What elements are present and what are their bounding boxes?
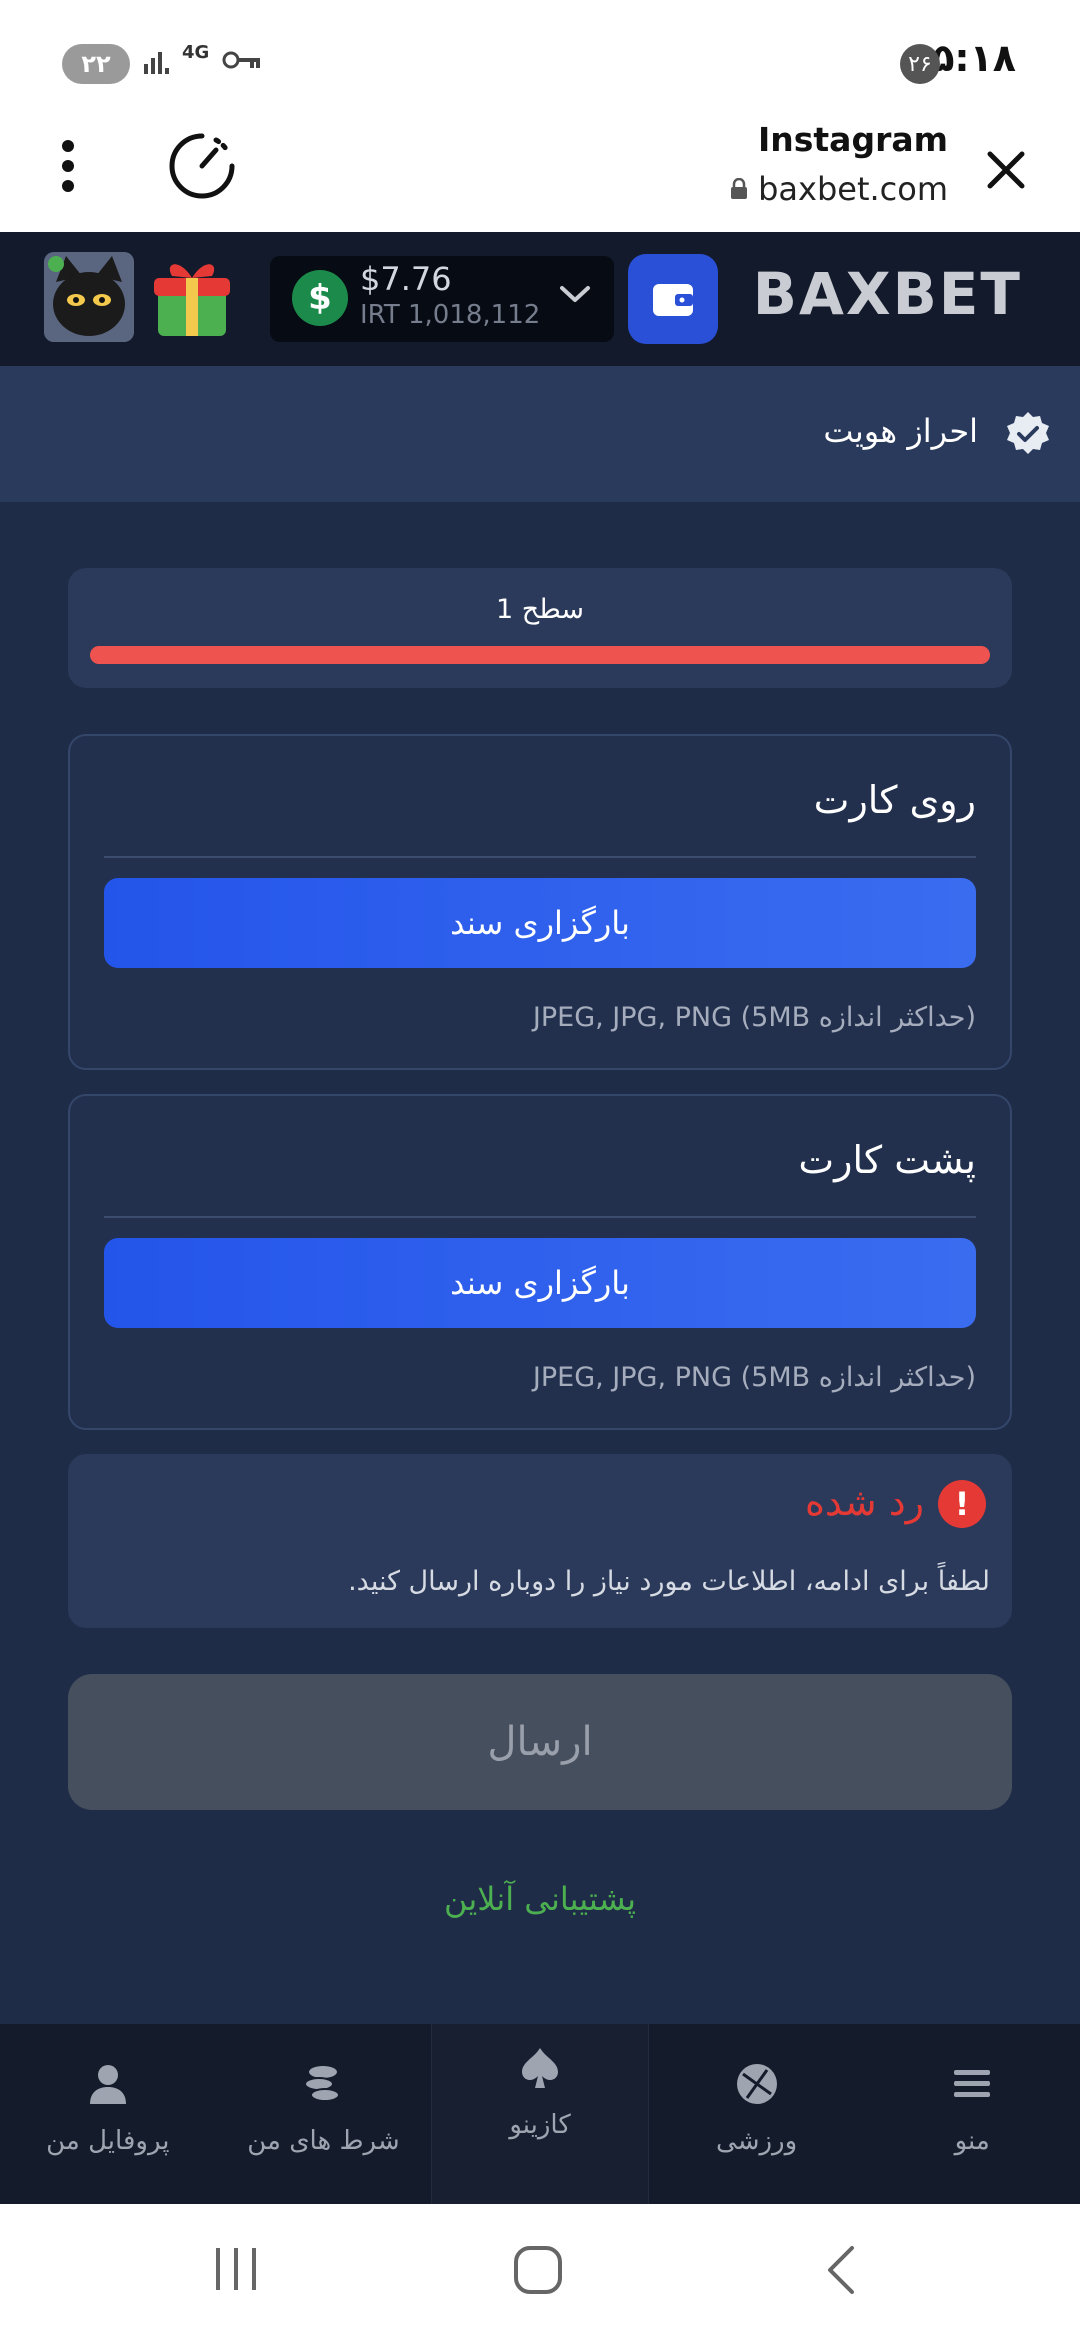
dollar-coin-icon: $	[292, 270, 348, 326]
wallet-button[interactable]	[628, 254, 718, 344]
lock-icon	[731, 178, 748, 199]
bottom-navigation: منو ورزشی کازینو شرط های من پروفایل من	[0, 2024, 1080, 2204]
front-card-file-hint: (حداکثر اندازه 5MB) JPEG, JPG, PNG	[532, 1002, 976, 1033]
battery-indicator: ۲۲	[62, 44, 130, 84]
page-title: احراز هویت	[823, 412, 978, 450]
nav-item-menu[interactable]: منو	[864, 2024, 1080, 2204]
wallet-icon	[653, 284, 693, 316]
notification-count-badge: ۲۶	[900, 44, 940, 84]
front-card-upload-button[interactable]: بارگزاری سند	[104, 878, 976, 968]
close-icon[interactable]	[976, 140, 1036, 200]
android-navigation-bar	[0, 2204, 1080, 2340]
divider	[104, 1216, 976, 1218]
status-bar: ۱۵:۱۸ ۲۶ ۲۲ 4G	[0, 0, 1080, 120]
gift-icon[interactable]	[150, 252, 234, 342]
nav-item-casino[interactable]: کازینو	[431, 2024, 649, 2204]
rejected-status-card: ! رد شده لطفاً برای ادامه، اطلاعات مورد …	[68, 1454, 1012, 1628]
baxbet-logo[interactable]: BAXBET	[753, 260, 1022, 328]
in-app-browser-bar: Instagram baxbet.com	[0, 120, 1080, 232]
divider	[104, 856, 976, 858]
level-card: سطح 1	[68, 568, 1012, 688]
more-options-icon[interactable]	[58, 140, 78, 196]
online-support-link[interactable]: پشتیبانی آنلاین	[0, 1880, 1080, 1918]
level-progress-fill	[90, 646, 990, 664]
balance-irt: IRT 1,018,112	[360, 300, 541, 330]
back-card-upload-button[interactable]: بارگزاری سند	[104, 1238, 976, 1328]
site-header: BAXBET $ $7.76 IRT 1,018,112	[0, 232, 1080, 366]
url-text: baxbet.com	[758, 170, 948, 208]
submit-button[interactable]: ارسال	[68, 1674, 1012, 1810]
nav-label-sports: ورزشی	[716, 2126, 798, 2156]
balance-selector[interactable]: $ $7.76 IRT 1,018,112	[270, 256, 614, 342]
user-icon	[89, 2065, 126, 2104]
sports-ball-icon	[736, 2064, 777, 2104]
nav-label-profile: پروفایل من	[46, 2126, 170, 2156]
nav-label-menu: منو	[954, 2126, 990, 2156]
back-icon[interactable]	[820, 2244, 860, 2296]
back-card-upload-section: پشت کارت بارگزاری سند (حداکثر اندازه 5MB…	[68, 1094, 1012, 1430]
back-card-title: پشت کارت	[798, 1138, 976, 1182]
nav-item-my-bets[interactable]: شرط های من	[216, 2024, 432, 2204]
nav-item-sports[interactable]: ورزشی	[649, 2024, 865, 2204]
signal-icon	[144, 52, 169, 74]
front-card-title: روی کارت	[813, 778, 976, 822]
level-label: سطح 1	[496, 594, 584, 625]
nav-label-my-bets: شرط های من	[247, 2126, 400, 2156]
nav-label-casino: کازینو	[509, 2110, 571, 2140]
level-progress-bar	[90, 646, 990, 664]
rejected-title: رد شده	[804, 1480, 924, 1524]
network-type: 4G	[182, 42, 210, 63]
chevron-down-icon	[560, 286, 590, 302]
nav-item-profile[interactable]: پروفایل من	[0, 2024, 216, 2204]
black-cat-avatar-icon	[44, 252, 134, 342]
alert-icon: !	[938, 1480, 986, 1528]
front-card-upload-section: روی کارت بارگزاری سند (حداکثر اندازه 5MB…	[68, 734, 1012, 1070]
spade-icon	[522, 2048, 559, 2088]
vpn-key-icon	[222, 51, 260, 69]
verified-badge-icon	[1007, 412, 1049, 454]
verification-header: احراز هویت	[0, 366, 1080, 502]
browser-title: Instagram	[757, 120, 948, 159]
hamburger-menu-icon	[954, 2070, 991, 2097]
avatar[interactable]	[44, 252, 134, 342]
recent-apps-icon[interactable]	[212, 2244, 260, 2294]
coins-stack-icon	[304, 2066, 341, 2102]
back-card-file-hint: (حداکثر اندازه 5MB) JPEG, JPG, PNG	[532, 1362, 976, 1393]
speedometer-icon[interactable]	[166, 130, 238, 202]
balance-usd: $7.76	[360, 260, 452, 298]
rejected-message: لطفاً برای ادامه، اطلاعات مورد نیاز را د…	[348, 1566, 990, 1597]
browser-url[interactable]: baxbet.com	[730, 170, 948, 208]
home-icon[interactable]	[512, 2244, 564, 2296]
